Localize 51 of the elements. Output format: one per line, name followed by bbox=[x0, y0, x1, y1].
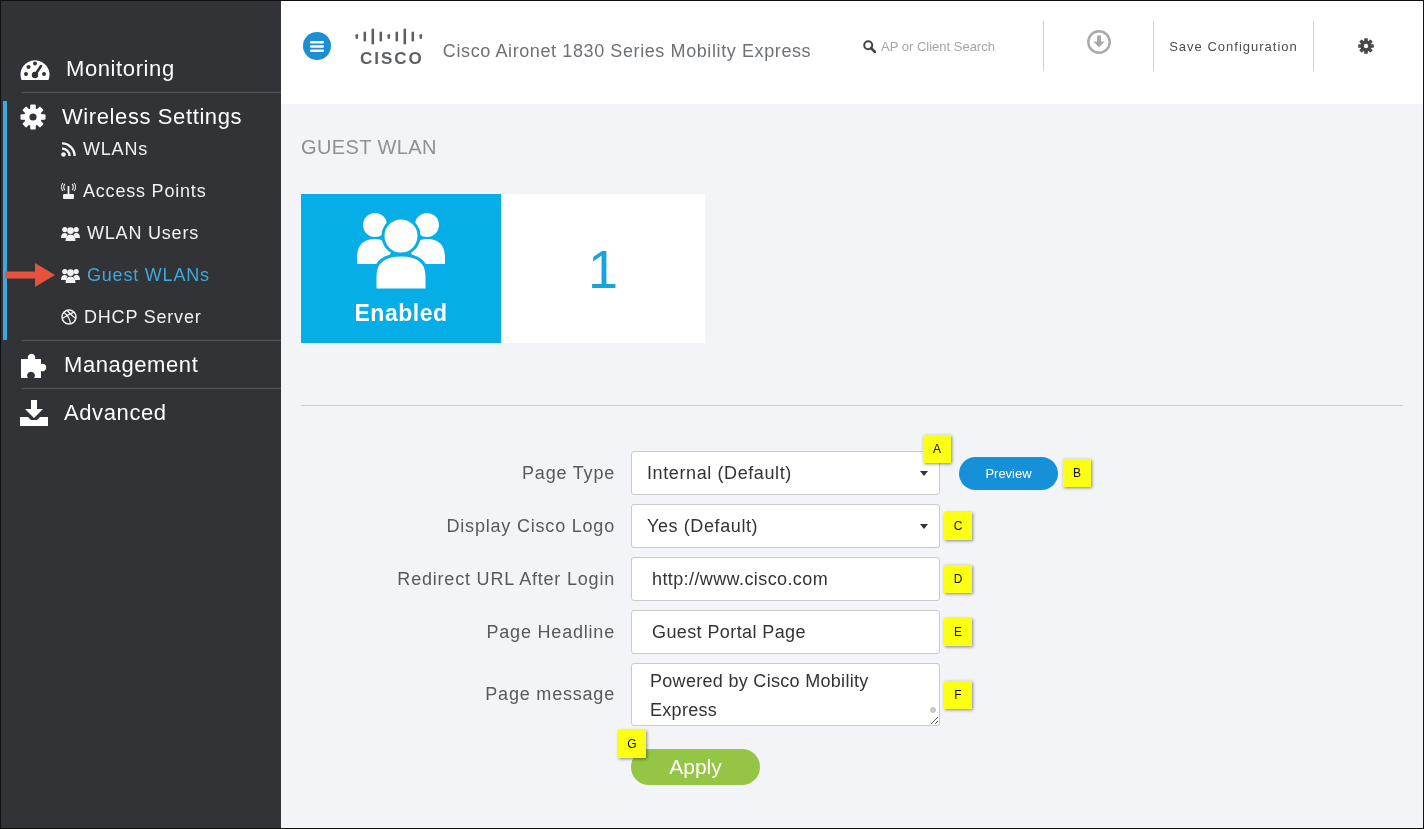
puzzle-piece-icon bbox=[20, 352, 48, 378]
page-title: GUEST WLAN bbox=[301, 135, 437, 159]
sidebar-subitem[interactable]: WLAN Users bbox=[61, 219, 199, 247]
sidebar-item[interactable]: Monitoring bbox=[20, 53, 175, 85]
sidebar-subitem[interactable]: Access Points bbox=[61, 177, 207, 205]
callout-label: C bbox=[944, 512, 972, 540]
sidebar-item[interactable]: Wireless Settings bbox=[20, 101, 243, 133]
logo-text: CISCO bbox=[360, 50, 424, 68]
callout-label: A bbox=[923, 435, 951, 463]
ball-icon bbox=[61, 309, 77, 325]
scrollbar-thumb bbox=[930, 707, 936, 713]
search-field[interactable]: AP or Client Search bbox=[881, 38, 1031, 54]
callout-label: E bbox=[944, 618, 972, 646]
app-title: Cisco Aironet 1830 Series Mobility Express bbox=[442, 40, 812, 62]
callout-arrow-icon bbox=[5, 263, 55, 287]
count-value: 1 bbox=[587, 238, 618, 299]
callout-label: B bbox=[1063, 459, 1091, 487]
field-label: Display Cisco Logo bbox=[446, 515, 615, 536]
settings-icon[interactable] bbox=[1357, 38, 1374, 54]
download-icon[interactable] bbox=[1086, 30, 1111, 54]
field-label: Page message bbox=[485, 684, 615, 704]
text-field[interactable]: Guest Portal Page bbox=[631, 610, 940, 654]
antenna-icon bbox=[61, 183, 76, 199]
sidebar-subitem[interactable]: WLANs bbox=[61, 135, 148, 163]
sidebar-item[interactable]: Management bbox=[20, 349, 199, 381]
callout-label: F bbox=[944, 680, 972, 709]
search-icon bbox=[863, 39, 876, 53]
logo-bars-icon bbox=[355, 28, 424, 45]
menu-icon bbox=[310, 40, 324, 52]
sidebar-item[interactable]: Advanced bbox=[20, 397, 167, 429]
status-label: Enabled bbox=[354, 300, 448, 326]
download-tray-icon bbox=[20, 400, 48, 426]
sidebar-subitem[interactable]: Guest WLANs bbox=[61, 261, 210, 289]
sidebar-subitem[interactable]: DHCP Server bbox=[61, 303, 202, 331]
gear-icon bbox=[20, 104, 46, 130]
dropdown[interactable]: Yes (Default) bbox=[631, 504, 940, 548]
users-icon bbox=[61, 225, 80, 241]
field-label: Page Headline bbox=[486, 621, 615, 642]
text-area[interactable]: Powered by Cisco Mobility Express bbox=[631, 663, 940, 726]
menu-button[interactable] bbox=[303, 32, 331, 60]
rss-icon bbox=[61, 141, 76, 157]
field-label: Redirect URL After Login bbox=[397, 568, 615, 589]
users-icon bbox=[61, 267, 80, 283]
gauge-icon bbox=[20, 57, 50, 81]
caret-icon bbox=[920, 471, 928, 476]
save-configuration-button[interactable]: Save Configuration bbox=[1169, 38, 1298, 54]
callout-label: G bbox=[618, 730, 646, 758]
field-label: Page Type bbox=[522, 462, 615, 483]
callout-label: D bbox=[944, 565, 972, 593]
text-field[interactable]: http://www.cisco.com bbox=[631, 557, 940, 601]
caret-icon bbox=[920, 524, 928, 529]
